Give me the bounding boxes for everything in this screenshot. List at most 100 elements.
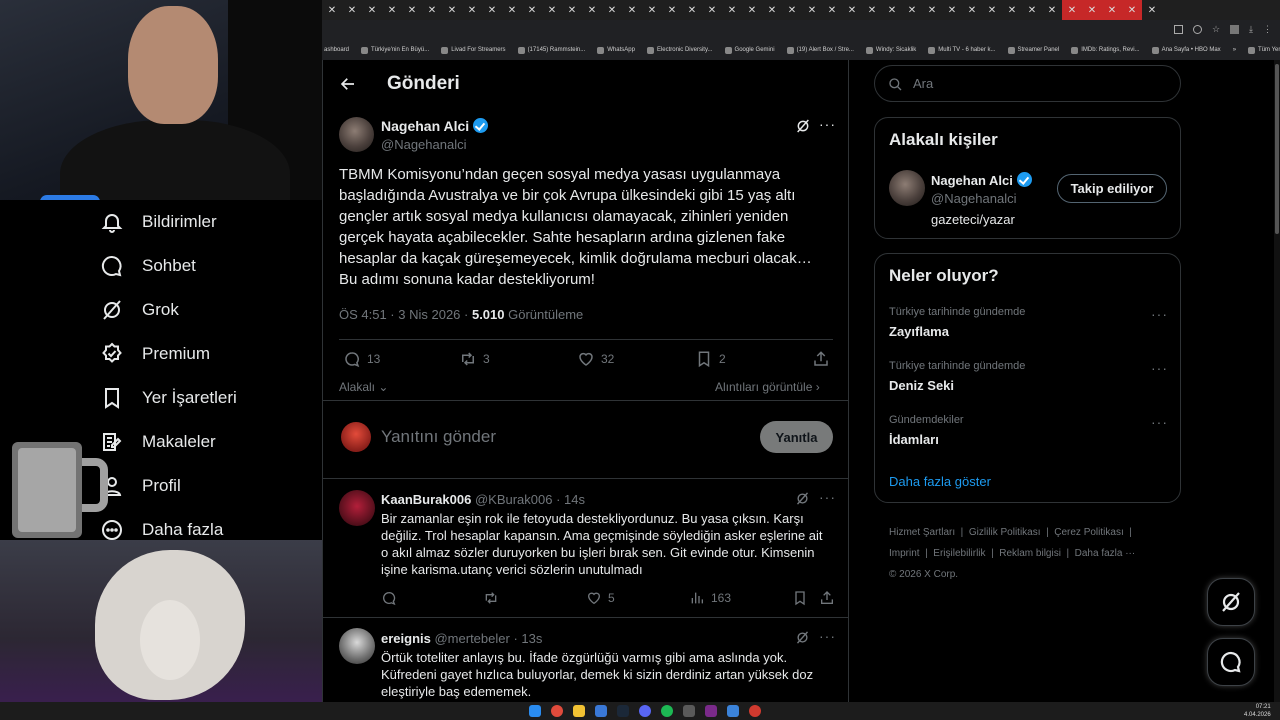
- bookmark-item[interactable]: (19) Alert Box / Stre...: [786, 46, 854, 54]
- bookmark-item[interactable]: Electronic Diversity...: [646, 46, 713, 54]
- tab-close-icon[interactable]: ✕: [642, 0, 662, 20]
- bookmark-item[interactable]: WhatsApp: [597, 46, 635, 54]
- following-button[interactable]: Takip ediliyor: [1057, 174, 1167, 203]
- footer-link[interactable]: Hizmet Şartları: [889, 527, 955, 538]
- scrollbar-thumb[interactable]: [1275, 64, 1279, 234]
- tab-close-icon[interactable]: ✕: [522, 0, 542, 20]
- trend-more-icon[interactable]: ···: [1151, 306, 1168, 322]
- bookmark-item[interactable]: Ana Sayfa • HBO Max: [1151, 46, 1221, 54]
- reply-button[interactable]: Yanıtla: [760, 421, 833, 453]
- app-icon[interactable]: [705, 705, 717, 717]
- tab-close-icon[interactable]: ✕: [702, 0, 722, 20]
- app-icon[interactable]: [595, 705, 607, 717]
- extensions-icon[interactable]: [1230, 25, 1240, 34]
- steam-icon[interactable]: [617, 705, 629, 717]
- bookmark-icon[interactable]: [792, 590, 808, 606]
- person-name-row[interactable]: Nagehan Alci: [931, 172, 1032, 188]
- tab-close-icon[interactable]: ✕: [622, 0, 642, 20]
- tab-close-icon[interactable]: ✕: [742, 0, 762, 20]
- person-handle[interactable]: @Nagehanalci: [931, 191, 1016, 206]
- tab-close-icon[interactable]: ✕: [562, 0, 582, 20]
- author-name-row[interactable]: Nagehan Alci: [381, 118, 489, 134]
- tab-close-icon[interactable]: ✕: [902, 0, 922, 20]
- app-icon[interactable]: [683, 705, 695, 717]
- bookmark-item[interactable]: Türkiye'nin En Büyü...: [361, 46, 429, 54]
- share-icon[interactable]: [812, 350, 830, 368]
- trend-item[interactable]: Türkiye tarihinde gündemde Deniz Seki ··…: [875, 354, 1180, 404]
- reply-avatar[interactable]: [339, 490, 375, 526]
- reply-author-handle[interactable]: @KBurak006: [475, 492, 553, 507]
- reply-time[interactable]: · 13s: [513, 631, 542, 646]
- bookmark-item[interactable]: Tüm Yer İşaretleri: [1248, 46, 1280, 54]
- reply-repost-action[interactable]: [483, 590, 499, 606]
- person-avatar[interactable]: [889, 170, 925, 206]
- back-arrow-icon[interactable]: [339, 75, 357, 93]
- tab-close-icon[interactable]: ✕: [1122, 0, 1142, 20]
- tab-close-icon[interactable]: ✕: [1082, 0, 1102, 20]
- menu-icon[interactable]: ⋮: [1263, 25, 1272, 34]
- tab-close-icon[interactable]: ✕: [722, 0, 742, 20]
- reply-reply-action[interactable]: [381, 590, 397, 606]
- start-icon[interactable]: [529, 705, 541, 717]
- tab-close-icon[interactable]: ✕: [862, 0, 882, 20]
- bookmark-item[interactable]: Windy: Sicaklik: [865, 46, 916, 54]
- tab-close-icon[interactable]: ✕: [1022, 0, 1042, 20]
- spotify-icon[interactable]: [661, 705, 673, 717]
- relevance-dropdown[interactable]: Alakalı ⌄: [339, 380, 388, 394]
- tab-close-icon[interactable]: ✕: [542, 0, 562, 20]
- sidebar-item-premium[interactable]: Premium: [100, 342, 210, 366]
- reply-like-action[interactable]: 5: [586, 590, 615, 606]
- reply-composer-input[interactable]: Yanıtını gönder: [381, 427, 496, 447]
- tab-close-icon[interactable]: ✕: [502, 0, 522, 20]
- tab-close-icon[interactable]: ✕: [802, 0, 822, 20]
- tab-close-icon[interactable]: ✕: [882, 0, 902, 20]
- repost-action[interactable]: 3: [459, 350, 490, 368]
- bookmark-item[interactable]: (17145) Rammstein...: [517, 46, 585, 54]
- footer-link[interactable]: Imprint: [889, 548, 920, 559]
- tab-close-icon[interactable]: ✕: [682, 0, 702, 20]
- folder-icon[interactable]: [573, 705, 585, 717]
- tab-close-icon[interactable]: ✕: [582, 0, 602, 20]
- tab-close-icon[interactable]: ✕: [342, 0, 362, 20]
- tab-close-icon[interactable]: ✕: [782, 0, 802, 20]
- tab-close-icon[interactable]: ✕: [322, 0, 342, 20]
- reply-time[interactable]: · 14s: [556, 492, 585, 507]
- trend-more-icon[interactable]: ···: [1151, 360, 1168, 376]
- trend-more-icon[interactable]: ···: [1151, 414, 1168, 430]
- sidebar-item-profile[interactable]: Profil: [100, 474, 181, 498]
- grok-icon[interactable]: [795, 118, 811, 134]
- trend-item[interactable]: Gündemdekiler İdamları ···: [875, 408, 1180, 458]
- tab-close-icon[interactable]: ✕: [1002, 0, 1022, 20]
- trend-item[interactable]: Türkiye tarihinde gündemde Zayıflama ···: [875, 300, 1180, 350]
- bookmark-item[interactable]: Multi TV - 6 haber k...: [928, 46, 996, 54]
- tab-close-icon[interactable]: ✕: [922, 0, 942, 20]
- tab-close-icon[interactable]: ✕: [462, 0, 482, 20]
- show-more-link[interactable]: Daha fazla göster: [889, 474, 991, 489]
- sidebar-item-notifications[interactable]: Bildirimler: [100, 210, 217, 234]
- footer-link[interactable]: Çerez Politikası: [1054, 527, 1123, 538]
- discord-icon[interactable]: [639, 705, 651, 717]
- reply-action[interactable]: 13: [343, 350, 380, 368]
- footer-link[interactable]: Erişilebilirlik: [933, 548, 985, 559]
- app-icon[interactable]: [749, 705, 761, 717]
- author-avatar[interactable]: [339, 117, 374, 152]
- tab-close-icon[interactable]: ✕: [1142, 0, 1162, 20]
- author-handle[interactable]: @Nagehanalci: [381, 137, 466, 152]
- tab-close-icon[interactable]: ✕: [662, 0, 682, 20]
- footer-link[interactable]: Gizlilik Politikası: [969, 527, 1041, 538]
- share-icon[interactable]: [819, 590, 835, 606]
- sidebar-item-articles[interactable]: Makaleler: [100, 430, 216, 454]
- tab-close-icon[interactable]: ✕: [442, 0, 462, 20]
- sidebar-item-more[interactable]: Daha fazla: [100, 518, 223, 542]
- cast-icon[interactable]: [1173, 25, 1183, 34]
- reply-more-icon[interactable]: ···: [819, 489, 836, 505]
- tab-close-icon[interactable]: ✕: [982, 0, 1002, 20]
- tab-close-icon[interactable]: ✕: [382, 0, 402, 20]
- tab-close-icon[interactable]: ✕: [762, 0, 782, 20]
- tab-close-icon[interactable]: ✕: [1102, 0, 1122, 20]
- bookmark-action[interactable]: 2: [695, 350, 726, 368]
- reply-views-action[interactable]: 163: [689, 590, 731, 606]
- messages-fab[interactable]: [1207, 638, 1255, 686]
- tab-close-icon[interactable]: ✕: [602, 0, 622, 20]
- grok-icon[interactable]: [795, 630, 810, 645]
